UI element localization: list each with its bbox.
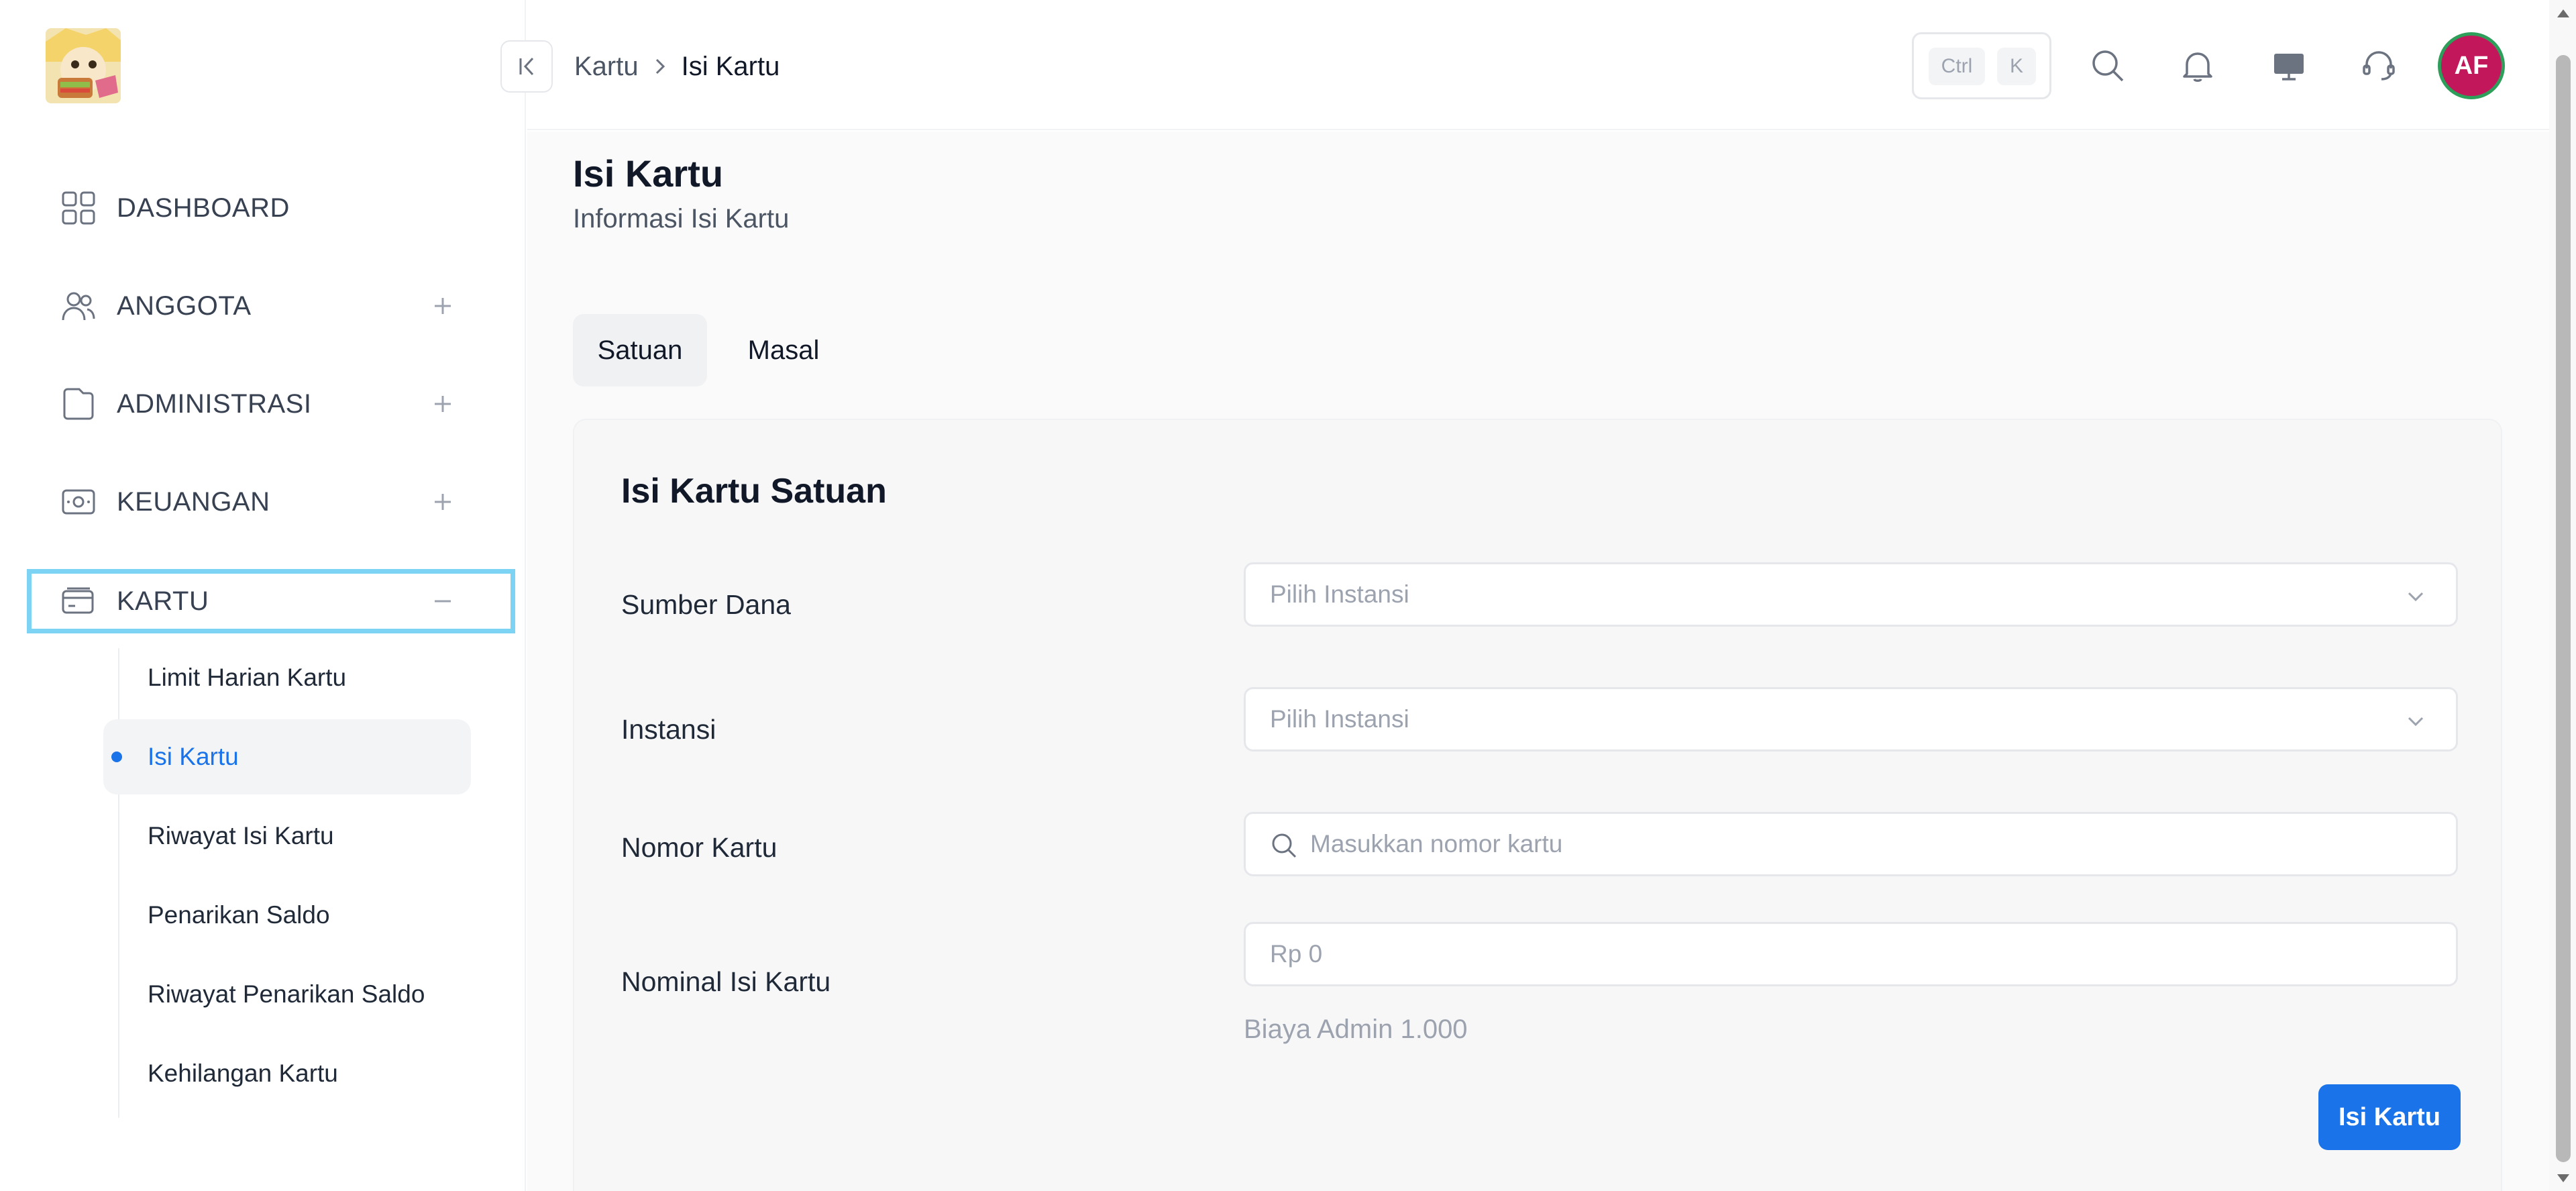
scroll-down-arrow-icon[interactable] — [2555, 1169, 2572, 1186]
top-header — [527, 0, 2549, 130]
sumber-dana-placeholder: Pilih Instansi — [1270, 580, 1409, 608]
breadcrumb-parent-link[interactable]: Kartu — [574, 52, 639, 82]
command-palette-shortcut[interactable]: Ctrl K — [1912, 32, 2051, 99]
sidebar: DASHBOARD ANGGOTA ADMINISTRASI KEUANGAN … — [0, 0, 526, 1191]
chevron-right-icon — [655, 58, 665, 74]
tab-satuan[interactable]: Satuan — [573, 314, 707, 386]
sidebar-item-label: KARTU — [117, 586, 209, 616]
bell-icon[interactable] — [2178, 46, 2218, 86]
search-icon[interactable] — [2088, 46, 2128, 86]
collapse-left-icon — [519, 57, 534, 76]
submenu-item-penarikan-saldo[interactable]: Penarikan Saldo — [103, 878, 471, 953]
sidebar-item-label: KEUANGAN — [117, 486, 270, 517]
sumber-dana-label: Sumber Dana — [621, 589, 791, 620]
wallet-icon — [62, 489, 95, 515]
sidebar-item-kartu[interactable]: KARTU — [27, 569, 515, 633]
main-content: Isi Kartu Informasi Isi Kartu Satuan Mas… — [527, 132, 2549, 1191]
kbd-k: K — [1997, 48, 2036, 85]
submenu-item-isi-kartu[interactable]: Isi Kartu — [103, 719, 471, 794]
sidebar-item-label: ANGGOTA — [117, 291, 252, 321]
submenu-item-label: Kehilangan Kartu — [148, 1059, 338, 1087]
user-avatar[interactable]: AF — [2438, 32, 2505, 99]
instansi-placeholder: Pilih Instansi — [1270, 705, 1409, 733]
submenu-item-label: Riwayat Penarikan Saldo — [148, 980, 425, 1008]
submenu-item-riwayat-isi-kartu[interactable]: Riwayat Isi Kartu — [103, 798, 471, 874]
nomor-kartu-placeholder: Masukkan nomor kartu — [1310, 830, 1563, 858]
sidebar-item-label: DASHBOARD — [117, 193, 290, 223]
submenu-item-label: Riwayat Isi Kartu — [148, 822, 334, 849]
chevron-down-icon — [2408, 717, 2424, 727]
sidebar-item-anggota[interactable]: ANGGOTA — [27, 274, 515, 338]
breadcrumb-current: Isi Kartu — [681, 51, 780, 81]
sidebar-item-dashboard[interactable]: DASHBOARD — [27, 176, 515, 240]
sidebar-item-keuangan[interactable]: KEUANGAN — [27, 470, 515, 534]
logo-image-icon — [46, 28, 121, 103]
sumber-dana-select[interactable]: Pilih Instansi — [1244, 562, 2458, 627]
sidebar-item-administrasi[interactable]: ADMINISTRASI — [27, 372, 515, 436]
plus-icon[interactable] — [429, 293, 456, 319]
nominal-placeholder: Rp 0 — [1270, 940, 1323, 968]
headset-support-icon[interactable] — [2359, 46, 2399, 86]
submenu-item-riwayat-penarikan-saldo[interactable]: Riwayat Penarikan Saldo — [103, 957, 471, 1032]
page-title: Isi Kartu — [573, 152, 724, 195]
kbd-ctrl: Ctrl — [1929, 48, 1985, 85]
submenu-item-label: Isi Kartu — [148, 743, 239, 770]
folder-icon — [63, 388, 94, 420]
app-logo[interactable] — [46, 28, 121, 103]
nomor-kartu-label: Nomor Kartu — [621, 832, 777, 863]
active-dot — [111, 752, 122, 762]
plus-icon[interactable] — [429, 391, 456, 417]
submenu-item-label: Limit Harian Kartu — [148, 664, 347, 691]
nominal-isi-kartu-input[interactable]: Rp 0 — [1244, 922, 2458, 986]
breadcrumb: Kartu Isi Kartu — [574, 48, 780, 85]
instansi-label: Instansi — [621, 714, 716, 745]
tab-masal[interactable]: Masal — [716, 314, 851, 386]
isi-kartu-form-card: Isi Kartu Satuan Sumber Dana Pilih Insta… — [573, 419, 2502, 1191]
page-subtitle: Informasi Isi Kartu — [573, 204, 790, 234]
form-title: Isi Kartu Satuan — [621, 472, 887, 511]
monitor-icon[interactable] — [2269, 46, 2309, 86]
search-icon — [1272, 833, 1297, 858]
nominal-isi-kartu-label: Nominal Isi Kartu — [621, 966, 831, 997]
credit-card-icon — [62, 587, 94, 614]
isi-kartu-submit-button[interactable]: Isi Kartu — [2318, 1084, 2461, 1150]
instansi-select[interactable]: Pilih Instansi — [1244, 687, 2458, 752]
users-icon — [62, 292, 95, 321]
page-scrollbar-thumb[interactable] — [2556, 55, 2571, 1162]
minus-icon[interactable] — [429, 588, 456, 615]
admin-fee-helper: Biaya Admin 1.000 — [1244, 1015, 1468, 1044]
scroll-up-arrow-icon[interactable] — [2555, 5, 2572, 23]
submenu-item-limit-harian-kartu[interactable]: Limit Harian Kartu — [103, 640, 471, 715]
app-root: DASHBOARD ANGGOTA ADMINISTRASI KEUANGAN … — [0, 0, 2576, 1191]
sidebar-item-label: ADMINISTRASI — [117, 389, 312, 419]
collapse-sidebar-button[interactable] — [500, 40, 553, 93]
chevron-down-icon — [2408, 592, 2424, 602]
submenu-item-label: Penarikan Saldo — [148, 901, 330, 929]
grid-icon — [62, 191, 95, 225]
plus-icon[interactable] — [429, 488, 456, 515]
submenu-item-kehilangan-kartu[interactable]: Kehilangan Kartu — [103, 1036, 471, 1111]
nomor-kartu-input[interactable]: Masukkan nomor kartu — [1244, 812, 2458, 876]
